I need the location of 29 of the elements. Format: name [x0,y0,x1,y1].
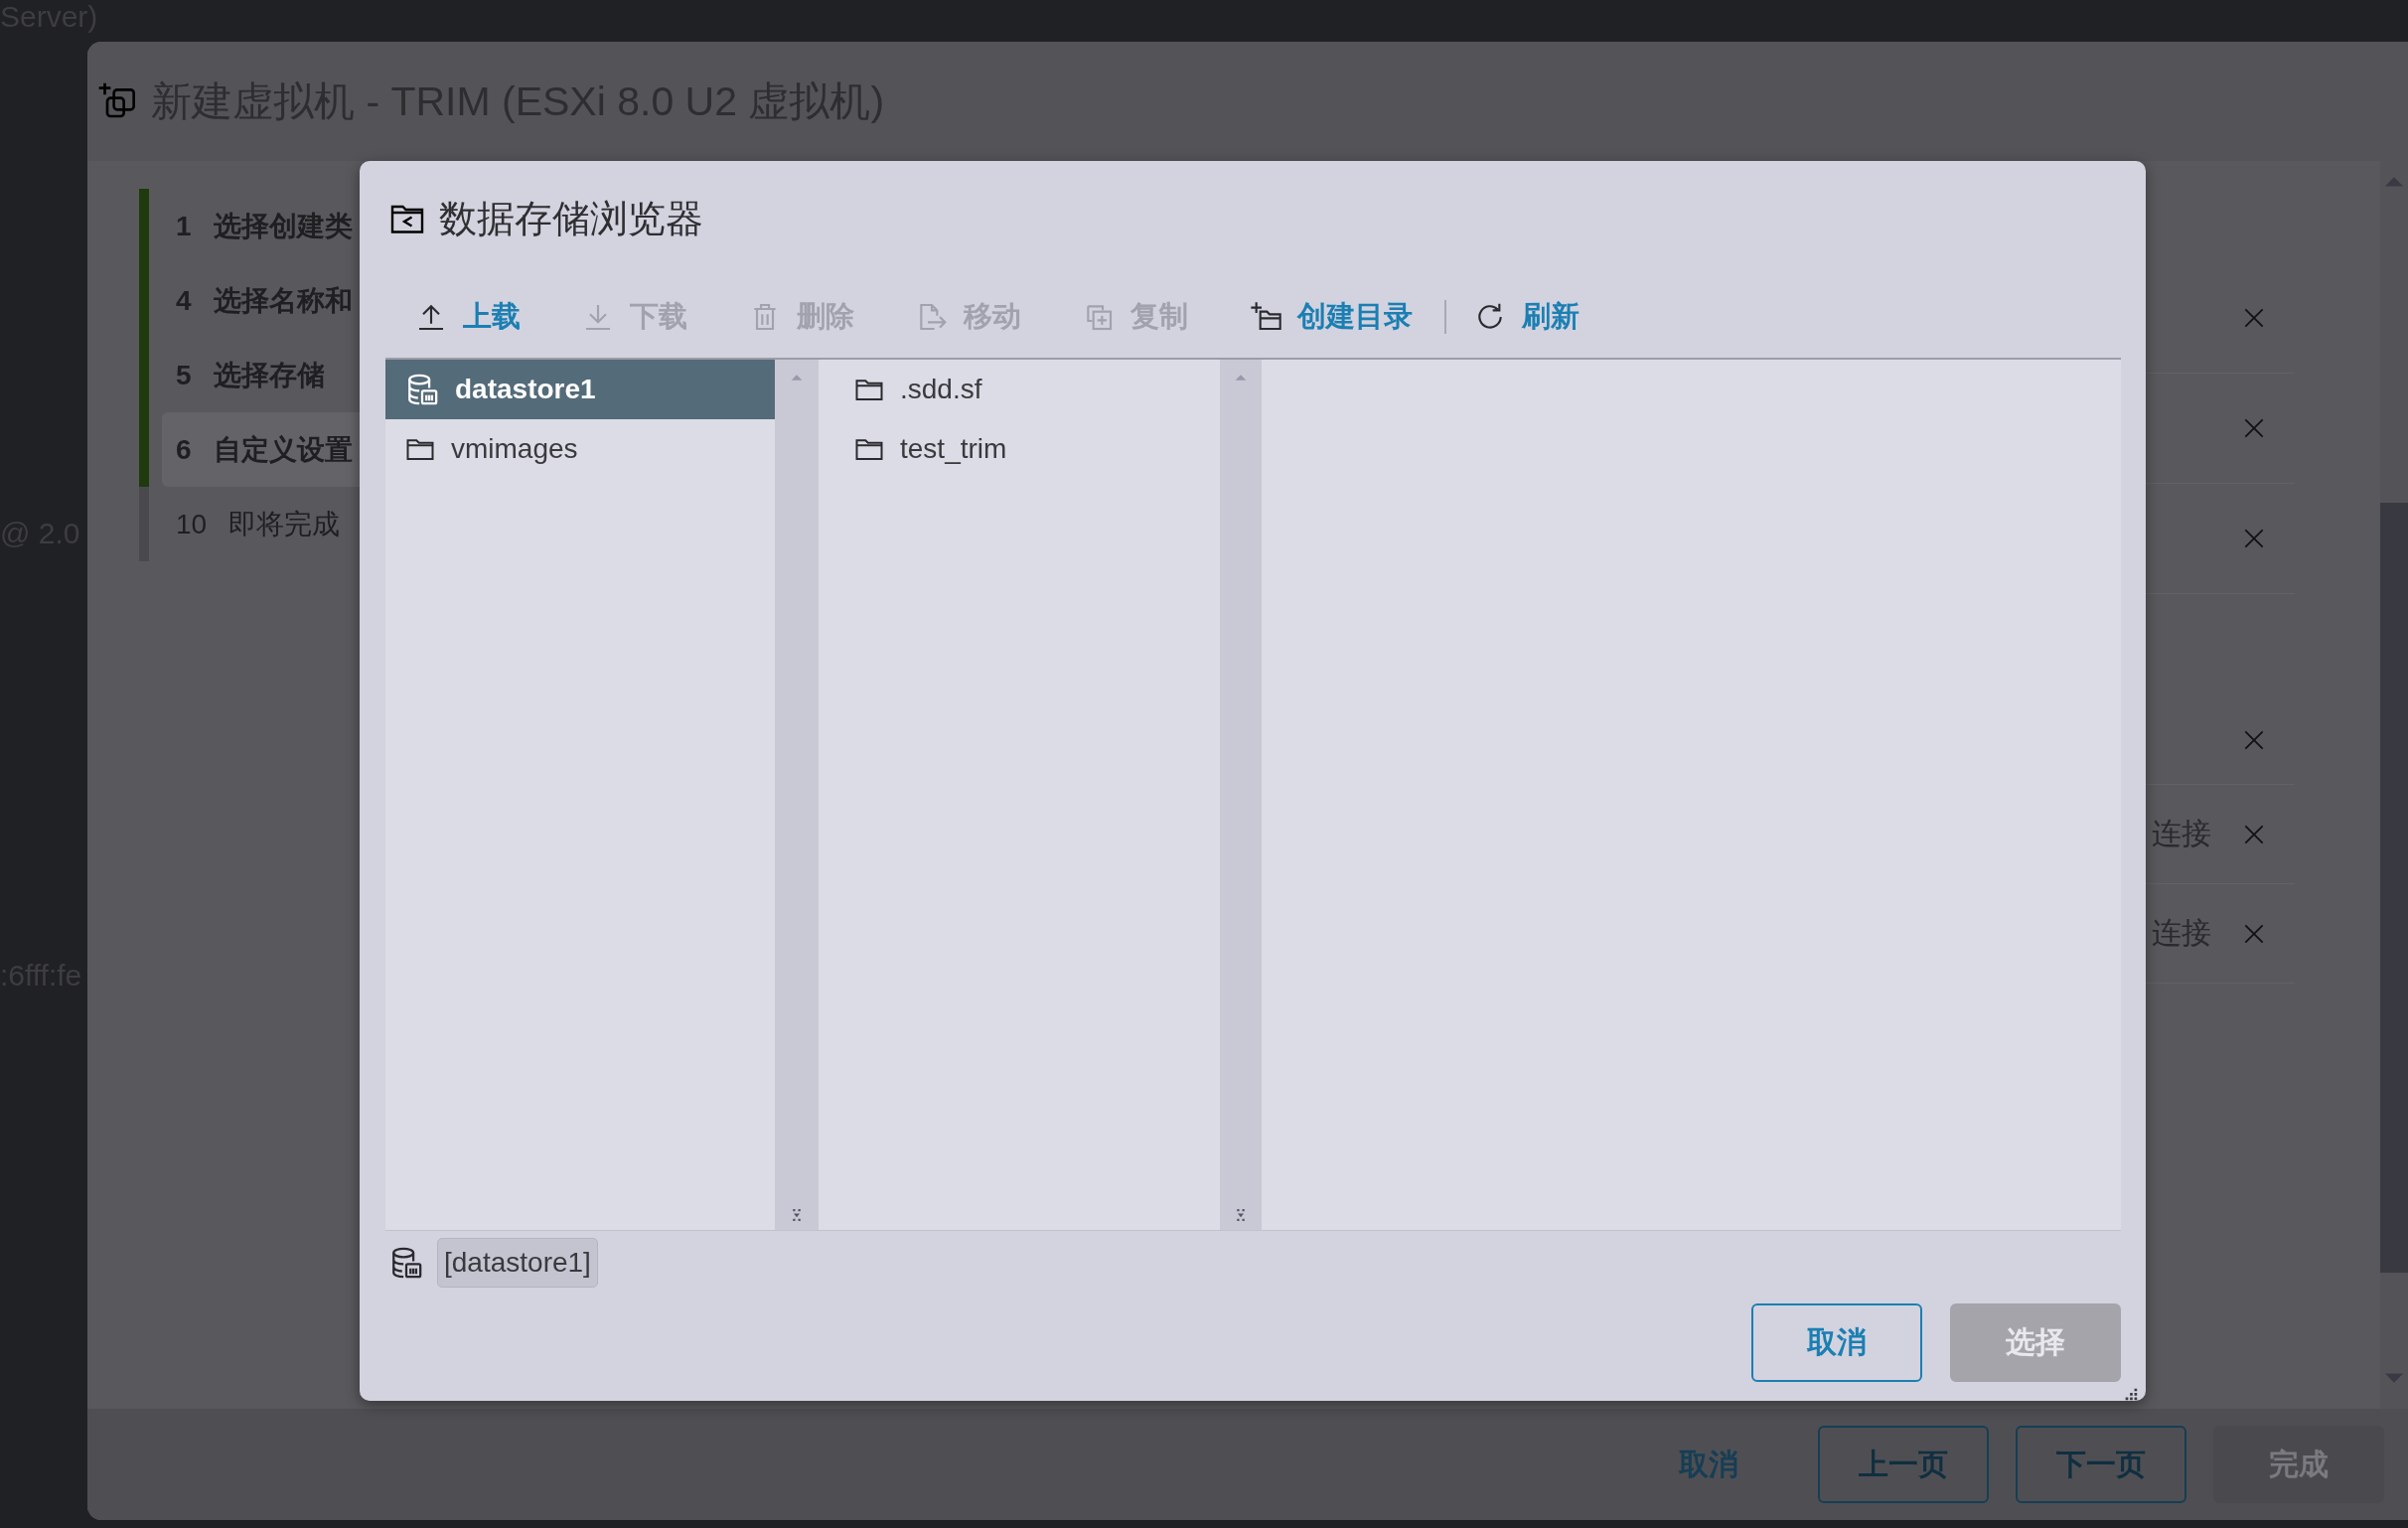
dialog-title: 数据存储浏览器 [439,196,703,241]
scrollbar-thumb[interactable] [2380,503,2408,1273]
step-label: 自定义设置 [213,432,353,467]
path-chip: [datastore1] [437,1238,598,1288]
step-number: 6 [176,433,192,466]
file-item[interactable]: .sdd.sf [819,360,1220,419]
step-number: 1 [176,210,192,242]
folder-plus-icon [1250,301,1281,333]
datastore-icon [389,1246,423,1280]
step-label: 选择名称和 [213,283,353,318]
file-item[interactable]: test_trim [819,419,1220,479]
file-item[interactable]: vmimages [385,419,775,479]
toolbar-button[interactable]: 刷新 [1474,297,1580,337]
step-number: 10 [176,508,208,540]
toolbar-button[interactable]: 上载 [415,297,521,337]
step-number: 4 [176,284,192,317]
resize-grip-icon[interactable] [2123,1386,2139,1402]
file-item[interactable]: datastore1 [385,360,775,419]
dialog-button[interactable]: 取消 [1751,1303,1922,1382]
wizard-button[interactable]: 上一页 [1818,1426,1989,1503]
cancel-link[interactable]: 取消 [1675,1444,1742,1485]
toolbar-button[interactable]: 创建目录 [1250,297,1413,337]
step-number: 5 [176,359,192,391]
step-label: 选择创建类 [213,209,353,243]
step-label: 选择存储 [213,358,325,392]
step-label: 即将完成 [228,507,341,541]
scrollbar[interactable] [2380,161,2408,1409]
wizard-button[interactable]: 下一页 [2016,1426,2186,1503]
datastore-icon [405,373,439,406]
